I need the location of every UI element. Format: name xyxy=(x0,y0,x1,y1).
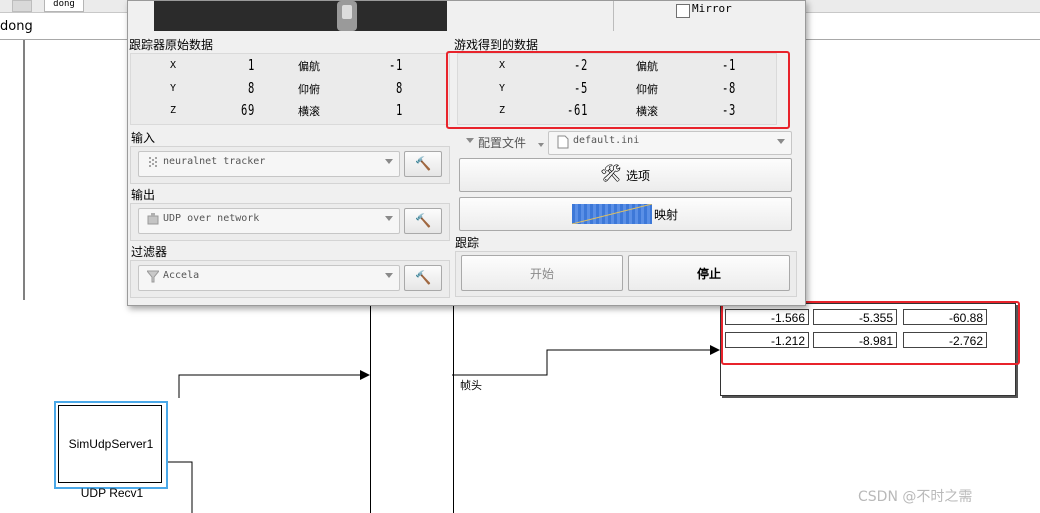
hammer-icon: 🔨 xyxy=(415,271,432,286)
input-select-value: neuralnet tracker xyxy=(163,156,266,167)
profile-label: 配置文件 xyxy=(478,136,527,150)
file-icon xyxy=(557,135,569,149)
raw-roll-label: 横滚 xyxy=(298,105,320,118)
frame-header-label: 帧头 xyxy=(460,379,482,392)
chevron-down-icon xyxy=(466,138,474,143)
output-title: 输出 xyxy=(131,188,156,202)
raw-x-value: 1 xyxy=(247,56,255,74)
separator xyxy=(613,1,614,31)
input-title: 输入 xyxy=(131,131,156,145)
output-select-value: UDP over network xyxy=(163,213,260,224)
input-settings-button[interactable]: 🔨 xyxy=(404,151,442,177)
chevron-down-icon xyxy=(385,159,393,164)
options-label: 选项 xyxy=(626,169,651,183)
tracking-title: 跟踪 xyxy=(455,236,480,250)
chevron-down-icon xyxy=(777,139,785,144)
tracker-dialog: Mirror 跟踪器原始数据 X 1 偏航 -1 Y 8 仰俯 8 Z 69 横… xyxy=(127,0,806,306)
display-highlight-box xyxy=(721,301,1020,365)
raw-pose-panel: X 1 偏航 -1 Y 8 仰俯 8 Z 69 横滚 1 xyxy=(130,53,450,125)
raw-z-label: Z xyxy=(170,105,177,116)
watermark: CSDN @不时之需 xyxy=(858,489,973,505)
stop-label: 停止 xyxy=(696,267,721,281)
output-settings-button[interactable]: 🔨 xyxy=(404,208,442,234)
filter-settings-button[interactable]: 🔨 xyxy=(404,265,442,291)
raw-y-value: 8 xyxy=(247,79,255,97)
options-button[interactable]: 🛠 选项 xyxy=(459,158,792,192)
raw-data-title: 跟踪器原始数据 xyxy=(129,38,214,52)
start-button[interactable]: 开始 xyxy=(461,255,623,291)
input-select[interactable]: neuralnet tracker xyxy=(138,151,400,177)
output-select[interactable]: UDP over network xyxy=(138,208,400,234)
raw-x-label: X xyxy=(170,60,177,71)
raw-roll-value: 1 xyxy=(395,101,403,119)
chevron-down-icon xyxy=(538,143,544,147)
profile-select-value: default.ini xyxy=(573,135,640,146)
camera-preview xyxy=(154,1,447,31)
raw-yaw-value: -1 xyxy=(388,56,403,74)
udp-block-label: UDP Recv1 xyxy=(80,486,144,500)
raw-pitch-value: 8 xyxy=(395,79,403,97)
filter-select[interactable]: Accela xyxy=(138,265,400,291)
tools-icon: 🛠 xyxy=(600,164,622,184)
chevron-down-icon xyxy=(385,216,393,221)
filter-icon xyxy=(145,270,161,283)
raw-z-value: 69 xyxy=(240,101,255,119)
curve-icon xyxy=(571,203,653,225)
network-icon xyxy=(147,213,159,226)
hammer-icon: 🔨 xyxy=(415,214,432,229)
filter-select-value: Accela xyxy=(163,270,200,281)
chevron-down-icon xyxy=(385,273,393,278)
neuralnet-icon xyxy=(147,156,159,169)
profile-menu[interactable]: 配置文件 xyxy=(458,131,544,153)
mux-block[interactable] xyxy=(370,302,454,513)
udp-block-name: SimUdpServer1 xyxy=(68,437,154,451)
mirror-checkbox[interactable] xyxy=(676,4,690,18)
mirror-label: Mirror xyxy=(692,2,732,15)
mapping-label: 映射 xyxy=(654,208,679,222)
raw-pitch-label: 仰俯 xyxy=(298,83,320,96)
raw-y-label: Y xyxy=(170,83,177,94)
game-data-highlight-box xyxy=(446,51,790,129)
filter-title: 过滤器 xyxy=(131,245,168,259)
start-label: 开始 xyxy=(529,267,554,281)
profile-select[interactable]: default.ini xyxy=(548,131,792,155)
stop-button[interactable]: 停止 xyxy=(628,255,790,291)
hammer-icon: 🔨 xyxy=(415,157,432,172)
raw-yaw-label: 偏航 xyxy=(298,60,320,73)
mapping-button[interactable]: 映射 xyxy=(459,197,792,231)
